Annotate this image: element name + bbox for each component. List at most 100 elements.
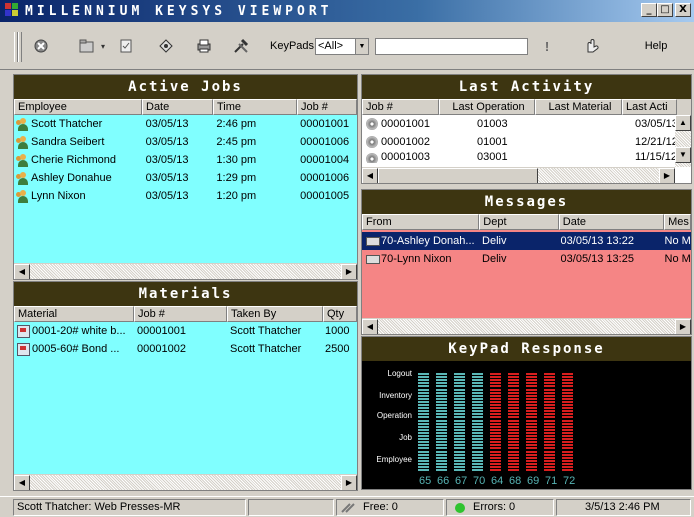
bar-segment — [436, 428, 447, 431]
scroll-thumb[interactable] — [378, 168, 538, 183]
scroll-right-icon[interactable]: ▶ — [659, 168, 675, 183]
bar-segment — [490, 391, 501, 394]
column-job-number[interactable]: Job # — [297, 99, 357, 115]
scroll-left-icon[interactable]: ◀ — [14, 475, 30, 490]
column-qty[interactable]: Qty — [323, 306, 357, 322]
activity-last-operation: 01001 — [477, 136, 508, 148]
diamond-icon[interactable] — [155, 35, 177, 57]
bar-segment — [490, 425, 501, 428]
job-number: 00001005 — [300, 190, 350, 202]
exclamation-icon[interactable]: ! — [540, 35, 554, 57]
bar-segment — [490, 466, 501, 468]
scroll-right-icon[interactable]: ▶ — [675, 319, 691, 334]
column-from[interactable]: From — [362, 214, 480, 230]
bar-segment — [526, 459, 537, 462]
vertical-scrollbar[interactable]: ▲ ▼ — [675, 115, 691, 167]
column-message[interactable]: Mes — [664, 214, 691, 230]
bar-segment — [418, 456, 429, 459]
bar-segment — [436, 422, 447, 425]
table-row[interactable]: 00001003 03001 11/15/12 — [362, 151, 691, 163]
close-button[interactable]: X — [675, 3, 691, 17]
table-row[interactable]: Lynn Nixon 03/05/13 1:20 pm 00001005 — [14, 187, 357, 205]
link-icon — [341, 503, 355, 513]
table-row[interactable]: 00001002 01001 12/21/12 — [362, 133, 691, 151]
bar-segment — [436, 469, 447, 472]
table-row[interactable]: 0005-60# Bond ... 00001002 Scott Thatche… — [14, 340, 357, 358]
bar-segment — [472, 373, 483, 375]
bar-segment — [544, 388, 555, 391]
horizontal-scrollbar[interactable]: ◀ ▶ — [14, 263, 357, 279]
scroll-left-icon[interactable]: ◀ — [362, 319, 378, 334]
keypad-command-input[interactable] — [375, 38, 528, 55]
column-last-activity[interactable]: Last Acti — [622, 99, 677, 115]
horizontal-scrollbar[interactable]: ◀ ▶ — [14, 474, 357, 490]
column-date[interactable]: Date — [142, 99, 213, 115]
table-row[interactable]: Sandra Seibert 03/05/13 2:45 pm 00001006 — [14, 133, 357, 151]
column-last-material[interactable]: Last Material — [535, 99, 622, 115]
hand-pointer-icon[interactable] — [580, 35, 602, 57]
bar-segment — [472, 438, 483, 441]
help-button[interactable]: Help — [638, 35, 674, 57]
bar-segment — [508, 413, 519, 416]
bar-segment — [436, 425, 447, 428]
folder-icon[interactable] — [76, 35, 98, 57]
table-row[interactable]: Ashley Donahue 03/05/13 1:29 pm 00001006 — [14, 169, 357, 187]
bar-segment — [436, 466, 447, 468]
bar-segment — [562, 388, 573, 391]
table-row[interactable]: 00001001 01003 03/05/13 — [362, 115, 691, 133]
bar-segment — [562, 447, 573, 450]
bar-segment — [526, 397, 537, 400]
maximize-button[interactable]: □ — [657, 3, 673, 17]
scroll-left-icon[interactable]: ◀ — [362, 168, 378, 183]
bar-segment — [490, 435, 501, 437]
bar-segment — [508, 456, 519, 459]
bar-segment — [436, 459, 447, 462]
bar-segment — [544, 385, 555, 388]
mail-icon — [366, 236, 380, 246]
bar-segment — [526, 407, 537, 410]
column-last-operation[interactable]: Last Operation — [439, 99, 535, 115]
horizontal-scrollbar[interactable]: ◀ ▶ — [362, 167, 675, 183]
dropdown-arrow-icon[interactable]: ▾ — [98, 35, 108, 57]
bar-segment — [436, 419, 447, 422]
column-taken-by[interactable]: Taken By — [227, 306, 323, 322]
scroll-right-icon[interactable]: ▶ — [341, 475, 357, 490]
bar-segment — [418, 397, 429, 400]
job-date: 03/05/13 — [145, 118, 189, 130]
column-job-number[interactable]: Job # — [362, 99, 439, 115]
table-row[interactable]: 0001-20# white b... 00001001 Scott Thatc… — [14, 322, 357, 340]
print-icon[interactable] — [193, 35, 215, 57]
table-row[interactable]: Scott Thatcher 03/05/13 2:46 pm 00001001 — [14, 115, 357, 133]
keypads-select[interactable]: <All> ▼ — [315, 38, 369, 55]
table-row[interactable]: 70-Lynn Nixon Deliv 03/05/13 13:25 No M — [362, 250, 691, 268]
table-row[interactable]: Cherie Richmond 03/05/13 1:30 pm 0000100… — [14, 151, 357, 169]
bar-segment — [562, 413, 573, 416]
bar-segment — [526, 404, 537, 406]
checklist-icon[interactable] — [116, 35, 136, 57]
window-title: MILLENNIUM KEYSYS VIEWPORT — [25, 3, 333, 19]
material-taken-by: Scott Thatcher — [230, 325, 302, 337]
horizontal-scrollbar[interactable]: ◀ ▶ — [362, 318, 691, 334]
dropdown-arrow-icon[interactable]: ▼ — [355, 39, 368, 54]
column-dept[interactable]: Dept — [479, 214, 559, 230]
column-material[interactable]: Material — [14, 306, 134, 322]
bar-segment — [472, 466, 483, 468]
column-date[interactable]: Date — [558, 214, 665, 230]
keypads-select-value: <All> — [318, 40, 344, 52]
column-job-number[interactable]: Job # — [134, 306, 227, 322]
table-row[interactable]: 70-Ashley Donah... Deliv 03/05/13 13:22 … — [362, 232, 691, 250]
scroll-down-icon[interactable]: ▼ — [675, 147, 691, 163]
scroll-right-icon[interactable]: ▶ — [341, 264, 357, 279]
bar-segment — [508, 444, 519, 447]
bar-segment — [418, 410, 429, 413]
cancel-icon[interactable] — [30, 35, 52, 57]
column-time[interactable]: Time — [213, 99, 297, 115]
bar-segment — [418, 438, 429, 441]
tools-icon[interactable] — [230, 35, 252, 57]
bar-segment — [490, 453, 501, 456]
column-employee[interactable]: Employee — [14, 99, 142, 115]
scroll-left-icon[interactable]: ◀ — [14, 264, 30, 279]
bar-segment — [508, 416, 519, 419]
minimize-button[interactable]: _ — [641, 3, 657, 17]
scroll-up-icon[interactable]: ▲ — [675, 115, 691, 131]
